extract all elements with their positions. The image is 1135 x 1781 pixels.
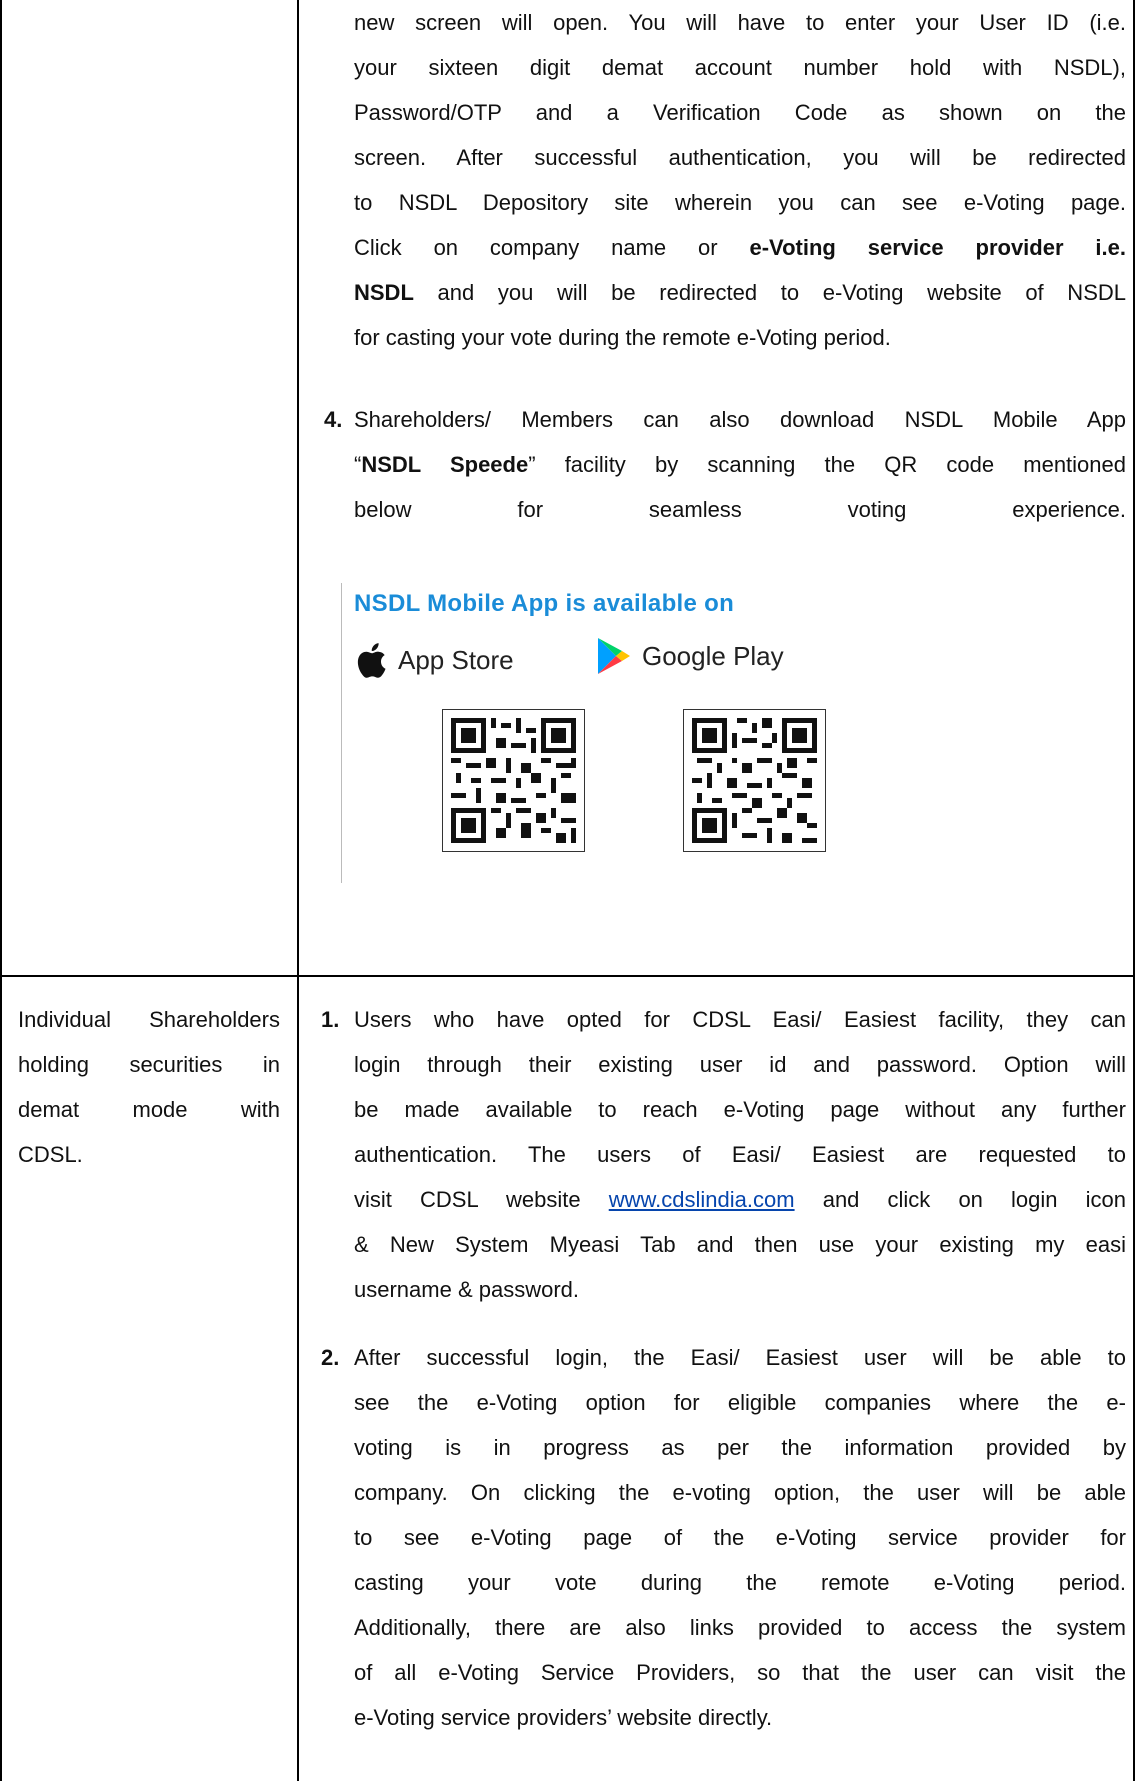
text-line: & New System Myeasi Tab and then use you… [354, 1232, 1126, 1257]
list-item-1: Users who have opted for CDSL Easi/ Easi… [354, 997, 1126, 1312]
text-line: NSDL and you will be redirected to e-Vot… [354, 270, 1126, 315]
text-span: Click on company name or [354, 235, 750, 260]
text-line: “NSDL Speede” facility by scanning the Q… [354, 442, 1126, 487]
cdsl-website-link[interactable]: www.cdslindia.com [609, 1187, 795, 1212]
text-line: Click on company name or e-Voting servic… [354, 225, 1126, 270]
document-page: new screen will open. You will have to e… [0, 0, 1135, 1781]
text-line: Additionally, there are also links provi… [354, 1615, 1126, 1640]
text-line: to see e-Voting page of the e-Voting ser… [354, 1525, 1126, 1550]
text-line: to NSDL Depository site wherein you can … [354, 190, 1126, 215]
text-line: voting is in progress as per the informa… [354, 1435, 1126, 1460]
text-line: holding securities in [18, 1052, 280, 1077]
text-line: After successful login, the Easi/ Easies… [354, 1345, 1126, 1370]
text-line: CDSL. [18, 1142, 83, 1167]
text-line: e-Voting service providers’ website dire… [354, 1705, 773, 1730]
list-number: 4. [324, 407, 343, 432]
text-span: and click on login icon [794, 1187, 1126, 1212]
bold-text: NSDL [354, 280, 414, 305]
text-line: of all e-Voting Service Providers, so th… [354, 1660, 1126, 1685]
list-number: 1. [321, 1007, 340, 1032]
text-span: and you will be redirected to e-Voting w… [413, 280, 1126, 305]
qr-code-icon [692, 718, 817, 843]
google-play-badge[interactable]: Google Play [596, 636, 784, 676]
text-line: see the e-Voting option for eligible com… [354, 1390, 1126, 1415]
table-border-middle [297, 0, 299, 1781]
text-line: Individual Shareholders [18, 1007, 280, 1032]
bold-text: NSDL Speede [361, 452, 529, 477]
nsdl-login-paragraph: new screen will open. You will have to e… [354, 0, 1126, 360]
word: for [517, 497, 544, 522]
list-number: 2. [321, 1345, 340, 1370]
app-store-label: App Store [398, 644, 514, 675]
text-line: visit CDSL website www.cdslindia.com and… [354, 1177, 1126, 1222]
text-line: screen. After successful authentication,… [354, 145, 1126, 170]
google-play-label: Google Play [642, 640, 784, 671]
text-span: visit CDSL website [354, 1187, 609, 1212]
banner-left-rule [341, 583, 342, 883]
app-store-badge[interactable]: App Store [354, 640, 514, 680]
text-line: Shareholders/ Members can also download … [354, 407, 1126, 432]
text-line: Users who have opted for CDSL Easi/ Easi… [354, 1007, 1126, 1032]
text-line: new screen will open. You will have to e… [354, 10, 1126, 35]
bold-text: e-Voting service provider i.e. [749, 235, 1127, 260]
google-play-qr-code[interactable] [683, 709, 826, 852]
text-line: casting your vote during the remote e-Vo… [354, 1570, 1126, 1595]
apple-icon [357, 643, 386, 678]
text-span: ” facility by scanning the QR code menti… [528, 452, 1126, 477]
text-line: username & password. [354, 1277, 579, 1302]
word: experience. [1012, 497, 1126, 522]
list-item-4: Shareholders/ Members can also download … [354, 397, 1126, 532]
text-line: your sixteen digit demat account number … [354, 55, 1126, 80]
row-label-cdsl: Individual Shareholders holding securiti… [18, 997, 280, 1177]
text-line: demat mode with [18, 1097, 280, 1122]
table-row-divider [0, 975, 1135, 977]
text-line: Password/OTP and a Verification Code as … [354, 100, 1126, 125]
app-banner-heading: NSDL Mobile App is available on [354, 590, 735, 617]
word: voting [847, 497, 907, 522]
text-line: company. On clicking the e-voting option… [354, 1480, 1126, 1505]
text-line: authentication. The users of Easi/ Easie… [354, 1142, 1126, 1167]
google-play-icon [598, 638, 630, 674]
word: seamless [648, 497, 742, 522]
list-item-2: After successful login, the Easi/ Easies… [354, 1335, 1126, 1740]
text-line: below for seamless voting experience. [354, 487, 1126, 532]
word: below [354, 497, 412, 522]
text-line: login through their existing user id and… [354, 1052, 1126, 1077]
text-line: be made available to reach e-Voting page… [354, 1097, 1126, 1122]
table-border-left [0, 0, 2, 1781]
text-line: for casting your vote during the remote … [354, 325, 891, 350]
qr-code-icon [451, 718, 576, 843]
app-store-qr-code[interactable] [442, 709, 585, 852]
